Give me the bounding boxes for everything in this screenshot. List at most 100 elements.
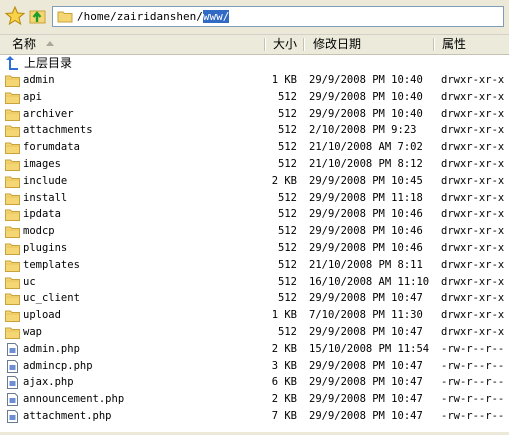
- folder-row[interactable]: archiver 512 29/9/2008 PM 10:40 drwxr-xr-x: [0, 106, 509, 123]
- file-size: 512: [278, 292, 297, 305]
- file-name: ipdata: [23, 208, 61, 221]
- folder-icon: [5, 225, 20, 239]
- folder-row[interactable]: upload 1 KB 7/10/2008 PM 11:30 drwxr-xr-x: [0, 307, 509, 324]
- file-date: 29/9/2008 PM 10:47: [309, 376, 423, 389]
- file-size: 512: [278, 325, 297, 338]
- file-size: 2 KB: [271, 342, 297, 355]
- folder-row[interactable]: uc 512 16/10/2008 AM 11:10 drwxr-xr-x: [0, 274, 509, 291]
- file-name: admin: [23, 74, 55, 86]
- parent-directory-row[interactable]: 上层目录: [0, 54, 509, 72]
- folder-icon: [5, 326, 20, 339]
- file-date: 29/9/2008 PM 10:47: [309, 393, 423, 406]
- folder-row[interactable]: plugins 512 29/9/2008 PM 10:46 drwxr-xr-x: [0, 240, 509, 257]
- file-date: 21/10/2008 PM 8:12: [309, 157, 423, 170]
- file-row[interactable]: admin.php 2 KB 15/10/2008 PM 11:54 -rw-r--r…: [0, 341, 509, 358]
- file-size: 512: [278, 258, 297, 271]
- go-up-button[interactable]: [28, 6, 48, 26]
- folder-row[interactable]: uc_client 512 29/9/2008 PM 10:47 drwxr-xr-x: [0, 290, 509, 307]
- file-size: 3 KB: [271, 359, 297, 372]
- folder-row[interactable]: images 512 21/10/2008 PM 8:12 drwxr-xr-x: [0, 156, 509, 173]
- folder-row[interactable]: modcp 512 29/9/2008 PM 10:46 drwxr-xr-x: [0, 223, 509, 240]
- file-date: 21/10/2008 AM 7:02: [309, 141, 423, 154]
- folder-row[interactable]: admin 1 KB 29/9/2008 PM 10:40 drwxr-xr-x: [0, 72, 509, 89]
- column-header: 名称 大小 修改日期 属性: [0, 35, 509, 55]
- file-date: 29/9/2008 PM 11:18: [309, 191, 423, 204]
- folder-icon: [5, 309, 20, 323]
- file-permissions: drwxr-xr-x: [441, 74, 505, 86]
- folder-icon: [5, 141, 20, 155]
- file-date: 29/9/2008 PM 10:47: [309, 409, 423, 422]
- file-name: wap: [23, 325, 42, 338]
- php-file-icon: [5, 359, 20, 373]
- file-permissions: drwxr-xr-x: [441, 325, 505, 338]
- file-date: 29/9/2008 PM 10:47: [309, 325, 423, 338]
- folder-row[interactable]: api 512 29/9/2008 PM 10:40 drwxr-xr-x: [0, 89, 509, 106]
- file-size: 512: [278, 107, 297, 120]
- column-divider[interactable]: [303, 38, 305, 51]
- toolbar: /home/zairidanshen/www/: [0, 0, 509, 35]
- folder-row[interactable]: install 512 29/9/2008 PM 11:18 drwxr-xr-x: [0, 190, 509, 207]
- file-row[interactable]: announcement.php 2 KB 29/9/2008 PM 10:47 -r…: [0, 391, 509, 408]
- folder-row[interactable]: wap 512 29/9/2008 PM 10:47 drwxr-xr-x: [0, 324, 509, 341]
- file-permissions: drwxr-xr-x: [441, 241, 505, 254]
- column-modified[interactable]: 修改日期: [313, 35, 361, 54]
- file-size: 512: [278, 124, 297, 137]
- file-name: forumdata: [23, 141, 80, 154]
- folder-icon: [5, 124, 20, 138]
- folder-row[interactable]: attachments 512 2/10/2008 PM 9:23 drwxr-xr-…: [0, 122, 509, 139]
- file-name: attachment.php: [23, 409, 112, 422]
- folder-row[interactable]: forumdata 512 21/10/2008 AM 7:02 drwxr-xr-x: [0, 139, 509, 156]
- file-date: 2/10/2008 PM 9:23: [309, 124, 417, 137]
- file-name: plugins: [23, 241, 68, 254]
- folder-row[interactable]: templates 512 21/10/2008 PM 8:11 drwxr-xr-x: [0, 257, 509, 274]
- file-name: uc: [23, 275, 36, 288]
- folder-icon: [5, 108, 20, 121]
- file-date: 29/9/2008 PM 10:40: [309, 107, 423, 120]
- file-date: 29/9/2008 PM 10:46: [309, 241, 423, 254]
- file-row[interactable]: attachment.php 7 KB 29/9/2008 PM 10:47 -rw-…: [0, 408, 509, 425]
- column-divider[interactable]: [433, 38, 435, 51]
- folder-icon: [5, 292, 20, 306]
- column-size[interactable]: 大小: [273, 35, 297, 54]
- file-permissions: -rw-r--r--: [441, 376, 505, 389]
- file-name: install: [23, 191, 68, 204]
- file-name: ajax.php: [23, 376, 74, 389]
- file-date: 29/9/2008 PM 10:46: [309, 208, 423, 221]
- file-date: 29/9/2008 PM 10:47: [309, 292, 423, 305]
- file-date: 29/9/2008 PM 10:40: [309, 74, 423, 86]
- folder-row[interactable]: include 2 KB 29/9/2008 PM 10:45 drwxr-xr-x: [0, 173, 509, 190]
- file-name: include: [23, 174, 68, 187]
- file-name: uc_client: [23, 292, 80, 305]
- folder-icon: [5, 74, 20, 87]
- file-list: admin 1 KB 29/9/2008 PM 10:40 drwxr-xr-x api…: [0, 72, 509, 425]
- column-name[interactable]: 名称: [12, 35, 36, 54]
- file-row[interactable]: ajax.php 6 KB 29/9/2008 PM 10:47 -rw-r--r--: [0, 374, 509, 391]
- address-bar[interactable]: /home/zairidanshen/www/: [52, 6, 504, 27]
- file-permissions: drwxr-xr-x: [441, 191, 505, 204]
- sort-ascending-icon: [46, 41, 54, 46]
- file-permissions: -rw-r--r--: [441, 342, 505, 355]
- file-row[interactable]: admincp.php 3 KB 29/9/2008 PM 10:47 -rw-r--…: [0, 358, 509, 375]
- folder-row[interactable]: ipdata 512 29/9/2008 PM 10:46 drwxr-xr-x: [0, 206, 509, 223]
- column-attributes[interactable]: 属性: [442, 35, 466, 54]
- php-file-icon: [5, 409, 20, 423]
- file-permissions: drwxr-xr-x: [441, 174, 505, 187]
- php-file-icon: [5, 393, 20, 407]
- folder-icon: [57, 11, 73, 23]
- php-file-icon: [5, 376, 20, 390]
- file-size: 512: [278, 241, 297, 254]
- column-divider[interactable]: [264, 38, 266, 51]
- file-size: 2 KB: [271, 393, 297, 406]
- parent-directory-label: 上层目录: [24, 56, 73, 70]
- folder-icon: [5, 276, 20, 289]
- file-permissions: -rw-r--r--: [441, 409, 505, 422]
- file-permissions: drwxr-xr-x: [441, 275, 505, 288]
- file-size: 512: [278, 141, 297, 154]
- file-permissions: drwxr-xr-x: [441, 107, 505, 120]
- star-icon[interactable]: [4, 5, 26, 26]
- file-size: 512: [278, 157, 297, 170]
- up-folder-icon: [6, 56, 18, 70]
- file-name: templates: [23, 258, 80, 271]
- folder-icon: [5, 158, 20, 171]
- file-size: 512: [278, 90, 297, 103]
